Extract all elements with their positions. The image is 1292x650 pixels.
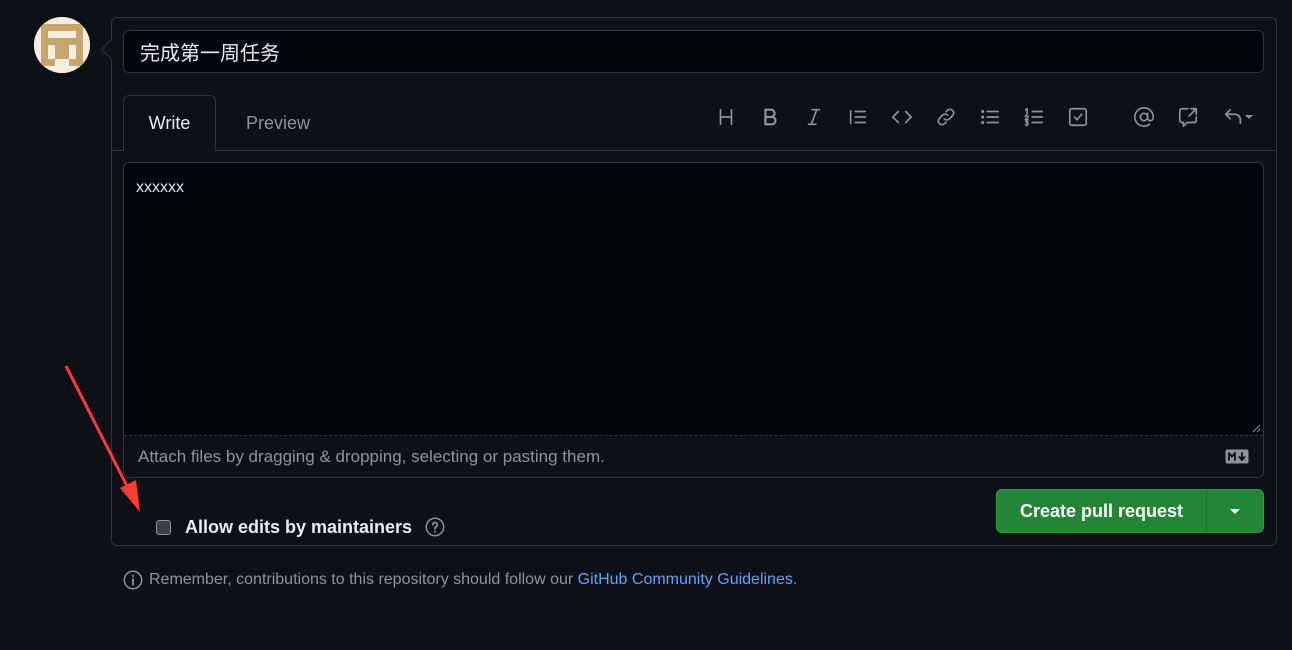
create-pr-button[interactable]: Create pull request [997, 490, 1207, 532]
allow-edits-checkbox[interactable] [156, 519, 171, 535]
markdown-icon[interactable] [1225, 449, 1249, 464]
ordered-list-icon[interactable] [1022, 105, 1046, 129]
italic-icon[interactable] [802, 105, 826, 129]
allow-edits-row: Allow edits by maintainers [156, 516, 446, 538]
attach-files-bar[interactable]: Attach files by dragging & dropping, sel… [124, 435, 1263, 477]
tab-write[interactable]: Write [123, 95, 216, 152]
pr-body-text[interactable]: xxxxxx [136, 179, 184, 197]
link-icon[interactable] [934, 105, 958, 129]
new-pr-form: Write Preview [111, 17, 1277, 546]
quote-icon[interactable] [846, 105, 870, 129]
avatar[interactable] [34, 17, 90, 73]
editor-tabbar: Write Preview [112, 95, 1276, 152]
remember-suffix: . [792, 571, 798, 588]
question-icon[interactable] [424, 516, 446, 538]
caret-down-icon [1230, 509, 1240, 514]
create-pr-dropdown-button[interactable] [1207, 490, 1263, 532]
contribution-notice: Remember, contributions to this reposito… [122, 569, 797, 591]
info-icon [123, 570, 143, 590]
community-guidelines-link[interactable]: GitHub Community Guidelines [578, 571, 793, 589]
heading-icon[interactable] [714, 105, 738, 129]
attach-hint: Attach files by dragging & dropping, sel… [138, 446, 605, 466]
allow-edits-label[interactable]: Allow edits by maintainers [185, 517, 412, 538]
annotation-arrow [64, 365, 140, 512]
unordered-list-icon[interactable] [978, 105, 1002, 129]
resize-grip-icon[interactable] [1251, 423, 1261, 433]
chevron-down-icon [1245, 115, 1253, 119]
remember-text: Remember, contributions to this reposito… [149, 571, 578, 588]
create-pr-button-group: Create pull request [996, 489, 1264, 533]
pr-title-input[interactable] [123, 30, 1264, 73]
reply-icon[interactable] [1218, 105, 1258, 129]
bold-icon[interactable] [758, 105, 782, 129]
pr-body-editor[interactable]: xxxxxx Attach files by dragging & droppi… [123, 162, 1264, 478]
reference-icon[interactable] [1176, 105, 1200, 129]
mention-icon[interactable] [1132, 105, 1156, 129]
code-icon[interactable] [890, 105, 914, 129]
tab-preview[interactable]: Preview [230, 95, 326, 151]
task-list-icon[interactable] [1066, 105, 1090, 129]
